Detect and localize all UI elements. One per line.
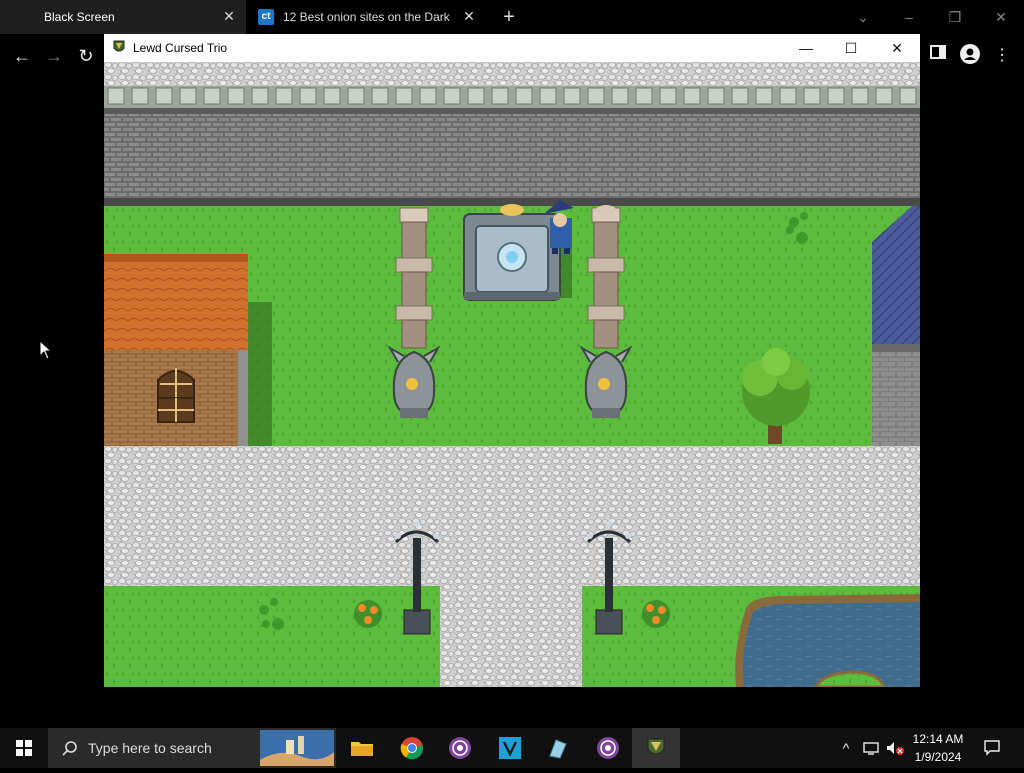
cobblestone-path-south bbox=[440, 586, 582, 687]
castle-wall-battlements bbox=[104, 86, 920, 108]
castle-wall bbox=[104, 108, 920, 204]
tab-close-icon[interactable]: ✕ bbox=[222, 9, 236, 23]
top-cobble-path bbox=[104, 62, 920, 86]
minimize-icon[interactable]: – bbox=[898, 6, 920, 28]
restore-icon[interactable]: ❐ bbox=[944, 6, 966, 28]
pillar-ornament bbox=[596, 205, 616, 215]
flower-bush-right bbox=[642, 600, 670, 628]
network-icon[interactable] bbox=[860, 728, 882, 768]
browser-tab-bar: Black Screen ✕ ct 12 Best onion sites on… bbox=[0, 0, 1024, 34]
back-arrow-icon[interactable]: ← bbox=[10, 44, 34, 68]
chevron-down-icon[interactable]: ⌄ bbox=[852, 6, 874, 28]
plus-icon[interactable]: + bbox=[498, 6, 520, 28]
clock-time: 12:14 AM bbox=[912, 732, 964, 746]
flower-bush-left bbox=[354, 600, 382, 628]
visual-studio-icon[interactable] bbox=[486, 728, 534, 768]
game-maximize-button[interactable]: ☐ bbox=[836, 37, 866, 59]
search-icon bbox=[62, 741, 77, 756]
game-minimize-button[interactable]: — bbox=[791, 37, 821, 59]
mouse-cursor-icon bbox=[39, 340, 53, 360]
game-window-title: Lewd Cursed Trio bbox=[133, 41, 228, 55]
game-scene[interactable] bbox=[104, 62, 920, 687]
file-explorer-icon[interactable] bbox=[338, 728, 386, 768]
game-close-button[interactable]: ✕ bbox=[882, 37, 912, 59]
chevron-up-icon[interactable]: ^ bbox=[836, 728, 856, 768]
system-clock[interactable]: 12:14 AM 1/9/2024 bbox=[905, 730, 971, 766]
profile-icon[interactable] bbox=[958, 44, 982, 68]
gargoyle-statue-right bbox=[579, 345, 633, 418]
game-window: Lewd Cursed Trio — ☐ ✕ bbox=[104, 34, 920, 687]
house-window bbox=[157, 368, 195, 423]
paint-icon[interactable] bbox=[534, 728, 582, 768]
stone-building-right bbox=[872, 206, 920, 446]
windows-start-button[interactable] bbox=[0, 728, 48, 768]
tab-favicon: ct bbox=[258, 9, 274, 25]
volume-muted-icon[interactable] bbox=[884, 728, 906, 768]
windows-logo-icon bbox=[16, 740, 32, 756]
tor-browser-icon[interactable] bbox=[584, 728, 632, 768]
tab-onion-sites[interactable]: ct 12 Best onion sites on the Dark Web ✕ bbox=[248, 0, 486, 34]
tab-title: 12 Best onion sites on the Dark Web bbox=[283, 10, 453, 24]
side-panel-icon[interactable] bbox=[926, 44, 950, 68]
search-highlight-image bbox=[260, 730, 334, 766]
clock-date: 1/9/2024 bbox=[914, 750, 962, 764]
game-icon[interactable] bbox=[632, 728, 680, 768]
brick-house bbox=[104, 254, 272, 446]
tab-black-screen[interactable]: Black Screen ✕ bbox=[0, 0, 246, 34]
close-icon[interactable]: ✕ bbox=[990, 6, 1012, 28]
forward-arrow-icon[interactable]: → bbox=[42, 44, 66, 68]
taskbar-search-input[interactable]: Type here to search bbox=[48, 728, 336, 768]
tab-title: Black Screen bbox=[44, 10, 115, 24]
pond bbox=[735, 594, 920, 687]
game-window-titlebar: Lewd Cursed Trio — ☐ ✕ bbox=[104, 34, 920, 62]
menu-icon[interactable]: ⋮ bbox=[990, 44, 1014, 68]
tor-browser-icon[interactable] bbox=[436, 728, 484, 768]
tab-close-icon[interactable]: ✕ bbox=[462, 9, 476, 23]
notifications-icon[interactable] bbox=[980, 728, 1004, 768]
taskbar: Type here to search ^ 12:14 AM 1/9/2024 bbox=[0, 728, 1024, 768]
cobblestone-road bbox=[104, 446, 920, 586]
chrome-icon[interactable] bbox=[388, 728, 436, 768]
search-placeholder: Type here to search bbox=[88, 740, 212, 756]
game-app-icon bbox=[113, 40, 125, 52]
gargoyle-statue-left bbox=[387, 345, 441, 418]
reload-icon[interactable]: ↻ bbox=[74, 44, 98, 68]
